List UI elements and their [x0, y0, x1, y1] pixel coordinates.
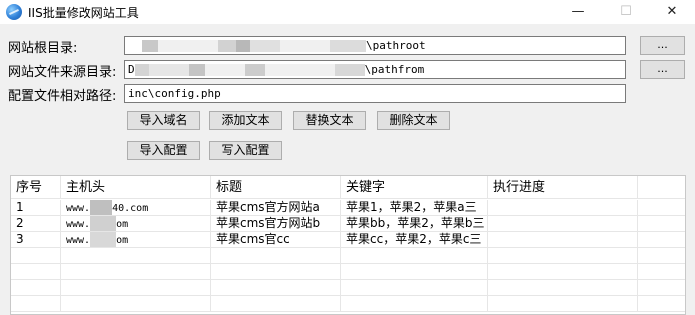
import-config-button[interactable]: 导入配置	[127, 141, 200, 160]
redaction-block	[244, 64, 265, 76]
config-path-label: 配置文件相对路径:	[8, 89, 117, 104]
row-filler	[638, 200, 685, 215]
grid-header: 序号 主机头 标题 关键字 执行进度	[11, 176, 685, 199]
root-dir-value: \pathroot	[366, 39, 426, 52]
redaction-block	[148, 64, 189, 76]
browse-root-button[interactable]: ...	[640, 36, 685, 55]
column-header-filler	[638, 176, 685, 198]
column-header-index[interactable]: 序号	[11, 176, 61, 198]
row-keywords: 苹果cc，苹果2，苹果c三	[341, 232, 488, 247]
row-index: 3	[11, 232, 61, 247]
redaction-block	[218, 40, 236, 52]
redaction-block	[90, 200, 113, 215]
config-path-input[interactable]: inc\config.php	[124, 84, 626, 103]
maximize-button[interactable]: ☐	[603, 0, 649, 24]
row-progress	[488, 232, 638, 247]
redaction-block	[90, 216, 117, 231]
row-progress	[488, 216, 638, 231]
root-dir-input[interactable]: \pathroot	[124, 36, 626, 55]
empty-row	[11, 264, 685, 280]
row-index: 2	[11, 216, 61, 231]
config-path-value: inc\config.php	[128, 87, 221, 100]
column-header-title[interactable]: 标题	[211, 176, 341, 198]
row-filler	[638, 232, 685, 247]
empty-row	[11, 296, 685, 312]
redaction-block	[188, 64, 205, 76]
redaction-block	[204, 64, 245, 76]
row-host: www. om	[61, 232, 211, 247]
row-index: 1	[11, 200, 61, 215]
replace-text-button[interactable]: 替换文本	[293, 111, 366, 130]
table-row[interactable]: 2 www. om 苹果cms官方网站b 苹果bb，苹果2，苹果b三	[11, 216, 685, 232]
source-dir-input[interactable]: D \pathfrom	[124, 60, 626, 79]
window-title: IIS批量修改网站工具	[28, 6, 139, 20]
redaction-block	[142, 40, 158, 52]
title-bar: IIS批量修改网站工具 — ☐ ✕	[0, 0, 695, 24]
redaction-block	[134, 64, 149, 76]
redaction-block	[158, 40, 218, 52]
row-title: 苹果cms官方网站b	[211, 216, 341, 231]
column-header-progress[interactable]: 执行进度	[488, 176, 638, 198]
column-header-keywords[interactable]: 关键字	[341, 176, 488, 198]
row-title: 苹果cms官cc	[211, 232, 341, 247]
write-config-button[interactable]: 写入配置	[209, 141, 282, 160]
row-filler	[638, 216, 685, 231]
column-header-host[interactable]: 主机头	[61, 176, 211, 198]
import-domain-button[interactable]: 导入域名	[127, 111, 200, 130]
redaction-block	[334, 64, 365, 76]
source-dir-label: 网站文件来源目录:	[8, 65, 117, 80]
row-title: 苹果cms官方网站a	[211, 200, 341, 215]
empty-row	[11, 248, 685, 264]
browse-source-button[interactable]: ...	[640, 60, 685, 79]
redaction-block	[280, 40, 330, 52]
row-host: www. om	[61, 216, 211, 231]
redaction-block	[90, 232, 117, 247]
table-row[interactable]: 3 www. om 苹果cms官cc 苹果cc，苹果2，苹果c三	[11, 232, 685, 248]
iis-globe-icon	[6, 4, 22, 20]
table-row[interactable]: 1 www. 40.com 苹果cms官方网站a 苹果1，苹果2，苹果a三	[11, 200, 685, 216]
site-list-grid[interactable]: 序号 主机头 标题 关键字 执行进度 1 www. 40.com 苹果cms官方网…	[10, 175, 686, 315]
close-button[interactable]: ✕	[649, 0, 695, 24]
source-dir-value-prefix: D	[128, 63, 135, 76]
root-dir-label: 网站根目录:	[8, 41, 78, 56]
add-text-button[interactable]: 添加文本	[209, 111, 282, 130]
row-keywords: 苹果bb，苹果2，苹果b三	[341, 216, 488, 231]
redaction-block	[330, 40, 366, 52]
row-host: www. 40.com	[61, 200, 211, 215]
row-progress	[488, 200, 638, 215]
source-dir-value: \pathfrom	[364, 63, 425, 76]
empty-row	[11, 280, 685, 296]
minimize-button[interactable]: —	[555, 0, 601, 24]
redaction-block	[236, 40, 250, 52]
row-keywords: 苹果1，苹果2，苹果a三	[341, 200, 488, 215]
delete-text-button[interactable]: 删除文本	[377, 111, 450, 130]
redaction-block	[250, 40, 280, 52]
redaction-block	[264, 64, 335, 76]
